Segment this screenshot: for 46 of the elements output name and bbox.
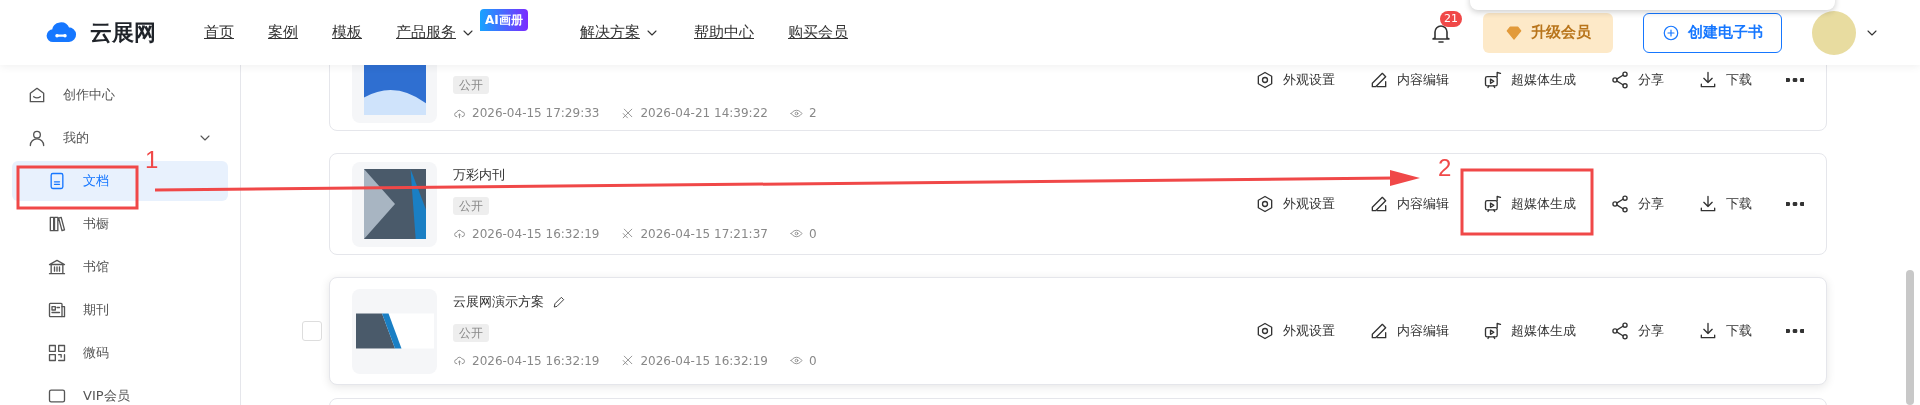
action-button[interactable]: 内容编辑 [1369,321,1449,341]
view-count: 2 [808,105,817,122]
sidebar-item[interactable]: 微码 [12,333,228,373]
action-button[interactable]: 超媒体生成 [1483,321,1576,341]
nav-link[interactable]: 模板 [332,21,362,44]
action-button[interactable]: 分享 [1610,321,1664,341]
upload-time: 2026-04-15 16:32:19 [472,352,600,370]
view-count: 0 [808,352,817,370]
document-title: 万彩内刊 [453,166,505,185]
ai-badge: AI画册 [480,9,528,32]
logo-text: 云展网 [90,19,156,47]
upload-time: 2026-04-15 17:29:33 [472,105,600,122]
action-button[interactable]: 超媒体生成 [1483,194,1576,214]
action-button[interactable]: 分享 [1610,194,1664,214]
annotation-number: 2 [1438,154,1452,181]
action-button[interactable]: 下载 [1698,321,1752,341]
action-button[interactable]: 超媒体生成 [1483,70,1576,90]
create-ebook-button[interactable]: 创建电子书 [1643,12,1782,53]
sidebar-item[interactable]: 创作中心 [12,75,228,115]
nav-link[interactable]: 首页 [204,21,234,44]
action-button[interactable]: 分享 [1610,70,1664,90]
sidebar-item[interactable]: 期刊 [12,290,228,330]
action-button[interactable]: 内容编辑 [1369,70,1449,90]
modified-time: 2026-04-15 16:32:19 [640,352,768,370]
view-count: 0 [808,225,817,243]
action-button[interactable]: 外观设置 [1255,194,1335,214]
nav-link[interactable]: 案例 [268,21,298,44]
sidebar-item[interactable]: 书馆 [12,247,228,287]
action-button[interactable]: 外观设置 [1255,321,1335,341]
nav-link[interactable]: 帮助中心 [694,21,754,44]
sidebar-item[interactable]: 书橱 [12,204,228,244]
upload-time: 2026-04-15 16:32:19 [472,225,600,243]
nav-link[interactable]: 购买会员 [788,21,848,44]
sidebar-item[interactable]: VIP会员 [12,376,228,405]
action-button[interactable]: 内容编辑 [1369,194,1449,214]
document-title: 云展网演示方案 [453,293,544,312]
visibility-tag: 公开 [453,323,489,342]
nav-link[interactable]: 解决方案 [580,21,660,44]
notification-badge: 21 [1440,11,1462,28]
visibility-tag: 公开 [453,196,489,215]
visibility-tag: 公开 [453,76,489,94]
modified-time: 2026-04-21 14:39:22 [640,105,768,122]
action-button[interactable]: 下载 [1698,194,1752,214]
action-button[interactable]: 外观设置 [1255,70,1335,90]
action-button[interactable]: 下载 [1698,70,1752,90]
modified-time: 2026-04-15 17:21:37 [640,225,768,243]
